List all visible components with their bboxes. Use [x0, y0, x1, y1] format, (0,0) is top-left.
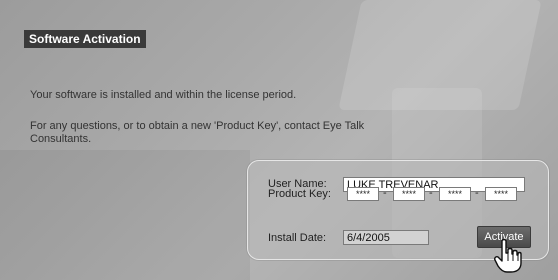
activation-window: Software Activation Your software is ins… [0, 0, 558, 280]
product-key-field-2[interactable]: **** [393, 187, 425, 201]
status-message: Your software is installed and within th… [30, 89, 297, 101]
contact-message-line2: Consultants. [30, 133, 92, 145]
hand-pointer-icon [494, 239, 522, 273]
product-key-label: Product Key: [268, 188, 331, 200]
install-date-field: 6/4/2005 [343, 230, 429, 245]
product-key-field-4[interactable]: **** [485, 187, 517, 201]
product-key-separator: - [383, 187, 387, 199]
product-key-separator: - [429, 187, 433, 199]
background-shape [0, 150, 250, 280]
product-key-separator: - [475, 187, 479, 199]
activation-panel: User Name: LUKE TREVENAR Product Key: **… [247, 160, 549, 273]
contact-message: For any questions, or to obtain a new 'P… [30, 120, 365, 132]
install-date-label: Install Date: [268, 232, 327, 244]
product-key-field-1[interactable]: **** [347, 187, 379, 201]
page-title: Software Activation [24, 30, 146, 48]
product-key-field-3[interactable]: **** [439, 187, 471, 201]
